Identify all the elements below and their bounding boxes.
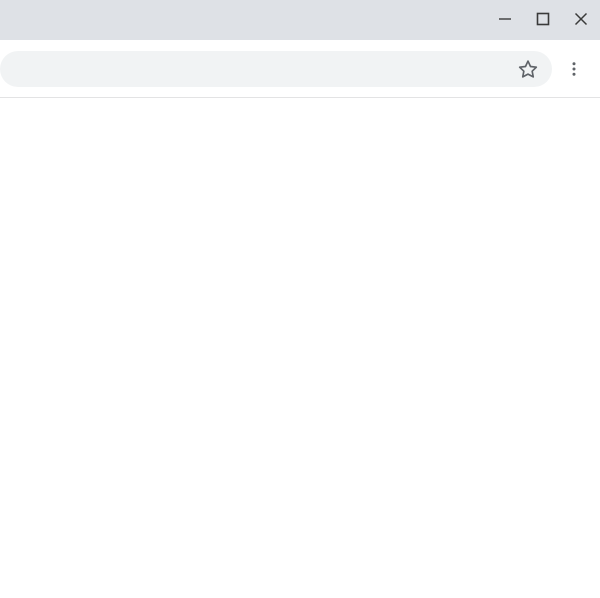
close-icon [574, 12, 588, 26]
titlebar [0, 0, 600, 40]
page-content [0, 98, 600, 598]
window-controls [486, 4, 600, 34]
maximize-button[interactable] [524, 4, 562, 34]
minimize-button[interactable] [486, 4, 524, 34]
maximize-icon [536, 12, 550, 26]
star-icon [518, 59, 538, 79]
menu-button[interactable] [554, 49, 594, 89]
more-vertical-icon [565, 60, 583, 78]
close-button[interactable] [562, 4, 600, 34]
toolbar [0, 40, 600, 98]
bookmark-button[interactable] [514, 55, 542, 83]
address-bar[interactable] [0, 51, 552, 87]
minimize-icon [498, 12, 512, 26]
